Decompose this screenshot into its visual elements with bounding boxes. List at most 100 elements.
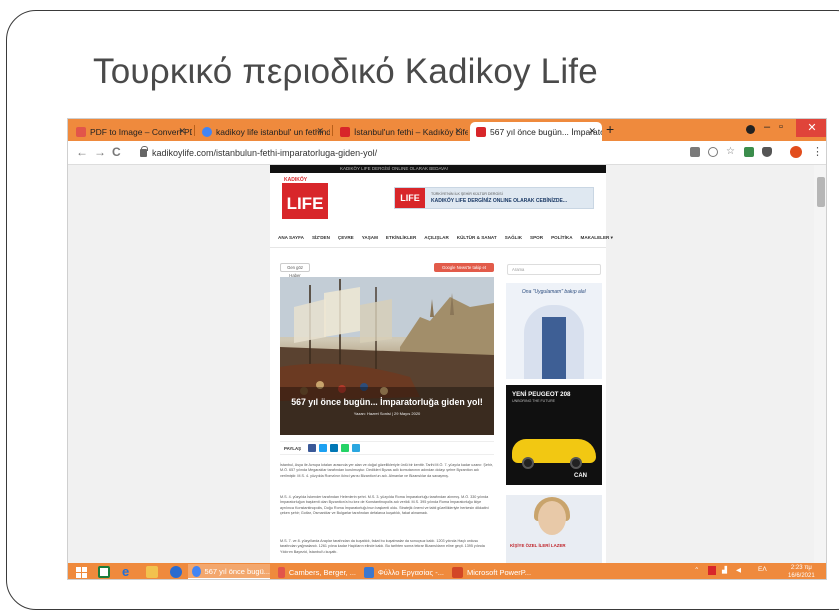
- input-language[interactable]: EΛ: [758, 566, 767, 573]
- news-button[interactable]: Gen göz Haber: [280, 263, 310, 278]
- shirt-ad[interactable]: Ona "Uygulamam" bakıp ala!: [506, 283, 602, 379]
- banner-logo: LIFE: [395, 188, 425, 208]
- vertical-scrollbar[interactable]: [814, 165, 826, 563]
- tab-pdf-to-image[interactable]: PDF to Image – Convert PDF to ✕: [70, 122, 192, 141]
- article-title[interactable]: 567 yıl önce bugün... İmparatorluğa gide…: [280, 397, 494, 407]
- tab-close-icon[interactable]: ✕: [316, 126, 324, 137]
- car-wheel: [570, 457, 582, 469]
- windows-start-icon[interactable]: [76, 566, 88, 578]
- clock-date: 16/6/2021: [788, 573, 815, 579]
- ad-title: YENİ PEUGEOT 208: [512, 391, 571, 398]
- scrollbar-thumb[interactable]: [817, 177, 825, 207]
- puzzle-icon[interactable]: [762, 147, 772, 157]
- share-row: PAYLAŞ: [280, 441, 494, 455]
- menu-item[interactable]: SAĞLIK: [505, 235, 522, 241]
- windows-taskbar: e 567 yıl önce bugü... Cambers, Berger, …: [68, 563, 826, 579]
- menu-item[interactable]: POLİTİKA: [551, 235, 572, 241]
- menu-item[interactable]: ANA SAYFA: [278, 235, 304, 241]
- translate-icon[interactable]: [690, 147, 700, 157]
- tab-567-yil[interactable]: 567 yıl önce bugün... İmparatorl ✕: [470, 122, 602, 141]
- taskbar-app-powerpoint[interactable]: Microsoft PowerP...: [448, 564, 532, 579]
- whatsapp-share-icon[interactable]: [341, 444, 350, 452]
- article-paragraph: M.S. 7. ve 8. yüzyıllarda Araplar tarafı…: [280, 539, 485, 554]
- article-paragraph: İstanbul, Asya ile Avrupa kıtaları arası…: [280, 463, 493, 478]
- profile-avatar[interactable]: [790, 146, 802, 158]
- menu-item[interactable]: AÇILIŞLAR: [424, 235, 449, 241]
- portrait-face: [538, 501, 566, 535]
- tab-close-icon[interactable]: ✕: [588, 126, 596, 137]
- url-text: kadikoylife.com/istanbulun-fethi-imparat…: [152, 148, 378, 158]
- twitter-share-icon[interactable]: [319, 444, 328, 452]
- kadikoy-favicon-icon: [476, 126, 486, 137]
- chrome-icon: [192, 565, 201, 577]
- menu-item[interactable]: ÇEVRE: [338, 235, 354, 241]
- menu-item[interactable]: MAKALELER ▾: [581, 235, 613, 241]
- sheet-icon: [364, 566, 374, 578]
- forward-button[interactable]: →: [94, 145, 106, 159]
- taskbar-app-chrome[interactable]: 567 yıl önce bugü...: [188, 564, 270, 579]
- tab-label: İstanbul'un fethi – Kadıköy Life: [354, 126, 468, 137]
- taskbar-clock[interactable]: 2:23 πμ 16/6/2021: [788, 564, 815, 579]
- slide-title: Τουρκικό περιοδικό Kadikoy Life: [93, 52, 598, 91]
- tab-google-search[interactable]: kadikoy life istanbul' un fethindi ✕: [196, 122, 330, 141]
- url-field[interactable]: kadikoylife.com/istanbulun-fethi-imparat…: [140, 145, 660, 161]
- new-tab-button[interactable]: +: [606, 121, 614, 137]
- zoom-icon[interactable]: [708, 147, 718, 157]
- taskbar-app-pdf[interactable]: Cambers, Berger, ...: [274, 564, 356, 579]
- shirt-detail: [542, 317, 566, 379]
- email-share-icon[interactable]: [352, 444, 361, 452]
- taskbar-app-label: 567 yıl önce bugü...: [204, 566, 270, 576]
- site-logo[interactable]: LIFE: [282, 183, 328, 219]
- task-view-icon[interactable]: [98, 566, 110, 578]
- browser-screenshot: PDF to Image – Convert PDF to ✕ kadikoy …: [67, 118, 827, 580]
- network-icon[interactable]: ▟: [722, 566, 727, 574]
- tray-app-icon[interactable]: [708, 566, 716, 575]
- ad-subtitle: UNBORING THE FUTURE: [512, 399, 556, 403]
- file-explorer-icon[interactable]: [146, 566, 158, 578]
- menu-item[interactable]: YAŞAM: [362, 235, 378, 241]
- tab-istanbul-fethi[interactable]: İstanbul'un fethi – Kadıköy Life ✕: [334, 122, 468, 141]
- clock-time: 2:23 πμ: [790, 565, 812, 571]
- search-input[interactable]: Arama: [507, 264, 601, 275]
- edge-icon[interactable]: e: [122, 565, 134, 578]
- article-meta: Yazan: Hazret Sonisi | 29 Mayıs 2020: [353, 411, 421, 416]
- lock-icon: [140, 146, 148, 157]
- tab-label: PDF to Image – Convert PDF to: [90, 126, 192, 137]
- hero-image[interactable]: 567 yıl önce bugün... İmparatorluğa gide…: [280, 277, 494, 435]
- minimize-button[interactable]: –: [764, 121, 770, 133]
- main-menu: ANA SAYFA SİZ'DEN ÇEVRE YAŞAM ETKİNLİKLE…: [278, 235, 613, 241]
- tab-close-icon[interactable]: ✕: [178, 126, 186, 137]
- laser-ad[interactable]: KİŞİYE ÖZEL İLERİ LAZER: [506, 495, 602, 563]
- taskbar-app-label: Φύλλο Εργασίας -...: [377, 567, 444, 577]
- reload-button[interactable]: C: [112, 145, 121, 159]
- peugeot-ad[interactable]: YENİ PEUGEOT 208 UNBORING THE FUTURE CAN: [506, 385, 602, 485]
- menu-item[interactable]: SPOR: [530, 235, 543, 241]
- pdf-icon: [278, 566, 285, 578]
- menu-divider: [270, 247, 606, 248]
- extension-icon[interactable]: [744, 147, 754, 157]
- google-news-button[interactable]: Google News'te takip et: [434, 263, 494, 272]
- record-icon: [746, 125, 755, 134]
- tray-chevron-icon[interactable]: ⌃: [694, 566, 699, 574]
- menu-item[interactable]: KÜLTÜR & SANAT: [457, 235, 497, 241]
- google-favicon-icon: [202, 126, 212, 137]
- volume-icon[interactable]: ◀: [736, 566, 741, 574]
- restore-button[interactable]: ▫: [779, 121, 783, 133]
- menu-item[interactable]: ETKİNLİKLER: [386, 235, 416, 241]
- banner-ad[interactable]: LIFE TÜRKİYE'NİN İLK ŞEHİR KÜLTÜR DERGİS…: [394, 187, 594, 209]
- ie-icon[interactable]: [170, 566, 182, 578]
- taskbar-app-excel[interactable]: Φύλλο Εργασίας -...: [360, 564, 444, 579]
- facebook-share-icon[interactable]: [308, 444, 317, 452]
- menu-icon[interactable]: ⋮: [812, 145, 823, 158]
- powerpoint-icon: [452, 566, 463, 578]
- car-wheel: [522, 457, 534, 469]
- ad-title: Ona "Uygulamam" bakıp ala!: [521, 289, 587, 295]
- star-icon[interactable]: ☆: [726, 147, 736, 157]
- kadikoy-page: KADIKÖY LIFE DERGİSİ ONLINE OLARAK BEDAV…: [270, 165, 613, 563]
- tab-close-icon[interactable]: ✕: [454, 126, 462, 137]
- menu-item[interactable]: SİZ'DEN: [312, 235, 330, 241]
- back-button[interactable]: ←: [76, 145, 88, 159]
- window-close-button[interactable]: ✕: [796, 119, 826, 137]
- linkedin-share-icon[interactable]: [330, 444, 339, 452]
- article-paragraph: M.S. 4. yüzyılda İskender tarafından Hel…: [280, 495, 489, 516]
